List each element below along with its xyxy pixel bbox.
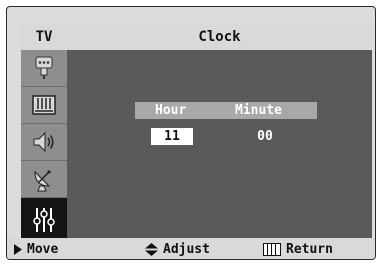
help-return-label: Return: [286, 241, 333, 257]
tv-osd-menu: TV Clock Hour Minute 11 00 Move Adjust R…: [6, 6, 376, 260]
minute-label: Minute: [235, 103, 282, 118]
help-bar: Move Adjust Return: [7, 238, 375, 259]
picture-icon: [32, 95, 56, 115]
menu-header: TV Clock: [21, 24, 372, 50]
sidebar: [21, 50, 67, 241]
column-header-bar: Hour Minute: [135, 102, 317, 119]
menu-title: Clock: [198, 29, 241, 45]
input-icon: [35, 56, 53, 79]
sidebar-item-channel[interactable]: [21, 161, 67, 198]
help-adjust-label: Adjust: [163, 241, 210, 257]
sidebar-item-setup[interactable]: [21, 198, 67, 241]
help-return: Return: [263, 238, 333, 259]
sidebar-item-sound[interactable]: [21, 124, 67, 161]
sidebar-item-picture[interactable]: [21, 87, 67, 124]
triangle-right-icon: [14, 243, 22, 255]
hour-label: Hour: [155, 103, 187, 118]
help-move-label: Move: [27, 241, 59, 257]
minute-field[interactable]: 00: [244, 128, 286, 145]
speaker-icon: [33, 131, 54, 153]
up-down-arrows-icon: [145, 242, 158, 256]
help-move: Move: [13, 238, 59, 259]
satellite-dish-icon: [34, 170, 51, 192]
hour-field[interactable]: 11: [151, 128, 193, 145]
sidebar-item-input[interactable]: [21, 50, 67, 87]
clock-panel: Hour Minute 11 00: [67, 50, 372, 241]
source-label: TV: [35, 29, 53, 45]
menu-grid-icon: [263, 242, 281, 256]
help-adjust: Adjust: [145, 238, 210, 259]
sliders-icon: [33, 207, 55, 232]
